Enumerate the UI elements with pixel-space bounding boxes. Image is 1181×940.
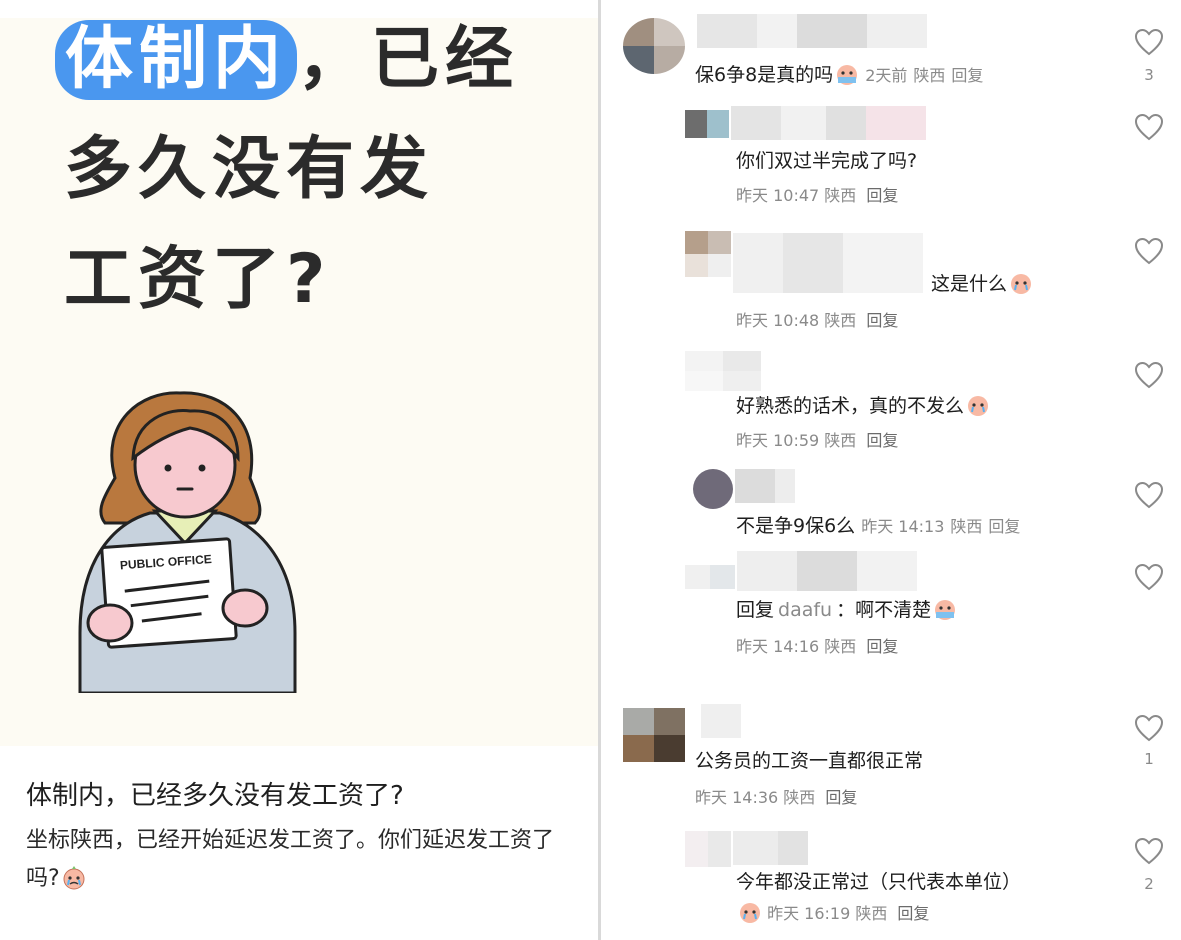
comment-item: 保6争8是真的吗 2天前 陕西 回复 3 bbox=[601, 0, 1181, 110]
like-count: 2 bbox=[1144, 875, 1154, 893]
comment-text: 回复 daafu ：啊不清楚 bbox=[736, 595, 957, 622]
avatar[interactable] bbox=[685, 351, 761, 391]
heart-icon[interactable] bbox=[1134, 837, 1164, 865]
avatar[interactable] bbox=[693, 469, 733, 509]
comment-location: 陕西 bbox=[824, 186, 857, 205]
reply-button[interactable]: 回复 bbox=[825, 788, 857, 807]
crying-emoji-icon bbox=[935, 600, 956, 620]
heart-icon[interactable] bbox=[1134, 113, 1164, 141]
reply-item: 不是争9保6么 昨天 14:13 陕西 回复 bbox=[601, 465, 1181, 545]
blurred-username[interactable] bbox=[731, 106, 926, 140]
comment-time: 昨天 10:47 bbox=[736, 186, 820, 205]
crying-emoji-icon bbox=[968, 396, 989, 416]
blurred-username[interactable] bbox=[697, 14, 927, 48]
reply-button[interactable]: 回复 bbox=[866, 186, 898, 205]
headline-highlight: 体制内 bbox=[55, 20, 298, 100]
comment-time: 昨天 16:19 bbox=[767, 904, 851, 923]
comment-time: 昨天 14:16 bbox=[736, 637, 820, 656]
avatar[interactable] bbox=[685, 110, 729, 138]
reply-button[interactable]: 回复 bbox=[866, 431, 898, 450]
office-worker-illustration: PUBLIC OFFICE bbox=[78, 391, 297, 693]
comment-text-content: 好熟悉的话术，真的不发么 bbox=[736, 395, 965, 417]
comment-location: 陕西 bbox=[855, 904, 888, 923]
like-count: 1 bbox=[1144, 750, 1154, 768]
reply-to-username[interactable]: daafu bbox=[778, 599, 832, 621]
comment-meta: 昨天 14:16 陕西 回复 bbox=[736, 633, 898, 657]
comment-text: 公务员的工资一直都很正常 bbox=[695, 750, 924, 772]
avatar[interactable] bbox=[685, 831, 731, 867]
blurred-username[interactable] bbox=[733, 233, 923, 293]
comment-time: 昨天 10:59 bbox=[736, 431, 820, 450]
avatar[interactable] bbox=[623, 708, 685, 762]
reply-button[interactable]: 回复 bbox=[897, 904, 929, 923]
reply-item: 你们双过半完成了吗? 昨天 10:47 陕西 回复 bbox=[601, 100, 1181, 220]
avatar[interactable] bbox=[623, 18, 685, 74]
headline-line1-rest: ，已经 bbox=[297, 20, 520, 99]
avatar[interactable] bbox=[685, 565, 735, 589]
comment-text-content: 不是争9保6么 bbox=[736, 515, 856, 537]
comment-text: 保6争8是真的吗 2天前 陕西 回复 bbox=[695, 60, 983, 87]
reply-item: 今年都没正常过（只代表本单位） 昨天 16:19 陕西 回复 2 bbox=[601, 825, 1181, 940]
comment-text: 好熟悉的话术，真的不发么 bbox=[736, 391, 990, 418]
comments-panel: 保6争8是真的吗 2天前 陕西 回复 3 你们双过半完成了吗? 昨天 10:47 陕西… bbox=[601, 0, 1181, 940]
comment-meta: 昨天 10:48 陕西 回复 bbox=[736, 307, 898, 331]
comment-text-content: 保6争8是真的吗 bbox=[695, 64, 834, 86]
comment-meta: 昨天 16:19 陕西 回复 bbox=[736, 900, 929, 924]
reply-item: 这是什么 昨天 10:48 陕西 回复 bbox=[601, 225, 1181, 345]
avatar[interactable] bbox=[685, 231, 731, 277]
comment-location: 陕西 bbox=[824, 311, 857, 330]
blurred-username[interactable] bbox=[735, 469, 795, 503]
comment-meta: 昨天 10:59 陕西 回复 bbox=[736, 427, 898, 451]
crying-emoji-icon bbox=[1011, 274, 1032, 294]
heart-icon[interactable] bbox=[1134, 563, 1164, 591]
crying-emoji-icon bbox=[63, 866, 85, 890]
cover-headline-line1: 体制内 ，已经 bbox=[55, 20, 519, 100]
cover-headline-line3: 工资了? bbox=[64, 240, 332, 319]
comment-location: 陕西 bbox=[783, 788, 816, 807]
comment-text: 今年都没正常过（只代表本单位） bbox=[736, 871, 1022, 893]
comment-location: 陕西 bbox=[824, 637, 857, 656]
post-panel: 体制内 ，已经 多久没有发 工资了? PUBLIC OFFICE 体制内，已经多… bbox=[0, 0, 598, 940]
comment-time: 昨天 14:13 bbox=[861, 517, 945, 536]
comment-text: 你们双过半完成了吗? bbox=[736, 150, 918, 172]
heart-icon[interactable] bbox=[1134, 28, 1164, 56]
reply-item: 好熟悉的话术，真的不发么 昨天 10:59 陕西 回复 bbox=[601, 345, 1181, 465]
reply-prefix: 回复 bbox=[736, 599, 775, 621]
comment-text-content: 这是什么 bbox=[931, 273, 1008, 295]
comment-location: 陕西 bbox=[913, 66, 946, 85]
cover-headline-line2: 多久没有发 bbox=[64, 130, 435, 209]
comment-location: 陕西 bbox=[824, 431, 857, 450]
reply-button[interactable]: 回复 bbox=[951, 66, 983, 85]
comment-text-content: ：啊不清楚 bbox=[836, 599, 932, 621]
post-body-text: 坐标陕西，已经开始延迟发工资了。你们延迟发工资了吗? bbox=[26, 828, 555, 891]
post-cover-image[interactable]: 体制内 ，已经 多久没有发 工资了? PUBLIC OFFICE bbox=[0, 18, 598, 746]
crying-emoji-icon bbox=[837, 65, 858, 85]
comment-time: 昨天 10:48 bbox=[736, 311, 820, 330]
reply-button[interactable]: 回复 bbox=[866, 311, 898, 330]
comment-time: 昨天 14:36 bbox=[695, 788, 779, 807]
heart-icon[interactable] bbox=[1134, 481, 1164, 509]
comment-text: 不是争9保6么 昨天 14:13 陕西 回复 bbox=[736, 511, 1020, 538]
heart-icon[interactable] bbox=[1134, 361, 1164, 389]
heart-icon[interactable] bbox=[1134, 714, 1164, 742]
blurred-username[interactable] bbox=[737, 551, 917, 591]
post-body: 坐标陕西，已经开始延迟发工资了。你们延迟发工资了吗? bbox=[26, 822, 586, 898]
blurred-username[interactable] bbox=[701, 704, 741, 738]
reply-button[interactable]: 回复 bbox=[866, 637, 898, 656]
reply-item: 回复 daafu ：啊不清楚 昨天 14:16 陕西 回复 bbox=[601, 545, 1181, 670]
comment-meta: 昨天 10:47 陕西 回复 bbox=[736, 182, 898, 206]
like-count: 3 bbox=[1144, 66, 1154, 84]
crying-emoji-icon bbox=[740, 903, 760, 923]
post-title: 体制内，已经多久没有发工资了? bbox=[26, 781, 404, 811]
comment-location: 陕西 bbox=[950, 517, 983, 536]
reply-button[interactable]: 回复 bbox=[988, 517, 1020, 536]
heart-icon[interactable] bbox=[1134, 237, 1164, 265]
comment-meta: 昨天 14:36 陕西 回复 bbox=[695, 784, 857, 808]
blurred-username[interactable] bbox=[733, 831, 808, 865]
comment-text: 这是什么 bbox=[931, 269, 1033, 296]
comment-item: 公务员的工资一直都很正常 昨天 14:36 陕西 回复 1 bbox=[601, 690, 1181, 820]
comment-time: 2天前 bbox=[865, 66, 908, 85]
